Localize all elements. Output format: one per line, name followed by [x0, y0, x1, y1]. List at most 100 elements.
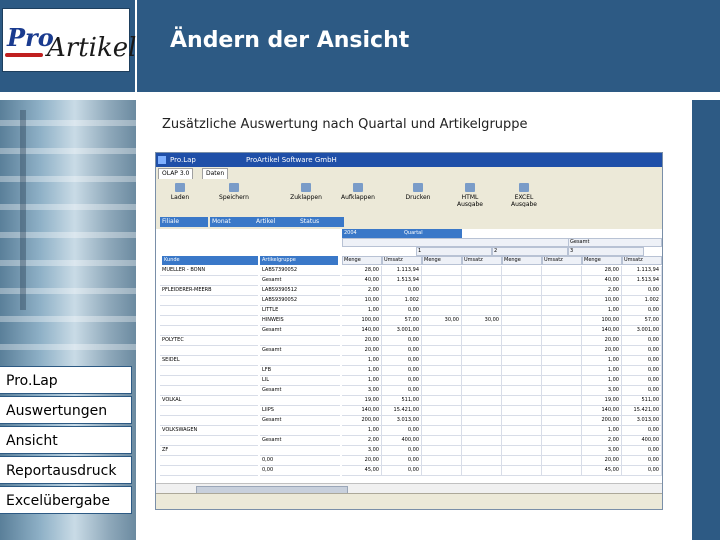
artikelgruppe-cell[interactable]	[260, 356, 340, 366]
html-ausgabe-label: HTML Ausgabe	[456, 194, 484, 208]
filter-monat[interactable]: Monat	[210, 217, 258, 227]
value-cell	[462, 386, 502, 396]
artikelgruppe-cell[interactable]: 0,00	[260, 456, 340, 466]
value-cell	[502, 436, 542, 446]
right-decor-band	[690, 100, 720, 540]
value-cell: 100,00	[582, 316, 622, 326]
artikelgruppe-cell[interactable]: Gesamt	[260, 436, 340, 446]
artikelgruppe-cell[interactable]: Gesamt	[260, 276, 340, 286]
value-cell: 0,00	[622, 306, 662, 316]
nav-item-reportausdruck[interactable]: Reportausdruck	[0, 456, 132, 484]
artikelgruppe-cell[interactable]: Gesamt	[260, 346, 340, 356]
nav-item-auswertungen[interactable]: Auswertungen	[0, 396, 132, 424]
filter-status[interactable]: Status	[298, 217, 344, 227]
artikelgruppe-cell[interactable]: LABS7390052	[260, 266, 340, 276]
laden-button[interactable]: Laden	[158, 183, 202, 201]
value-cell	[542, 406, 582, 416]
row-header-kunde-label: Kunde	[164, 257, 180, 263]
value-cell	[462, 416, 502, 426]
app-title: Pro.Lap	[170, 156, 196, 164]
artikelgruppe-cell[interactable]: Gesamt	[260, 386, 340, 396]
measure-header: Umsatz	[462, 256, 502, 265]
kunde-cell[interactable]	[160, 406, 258, 416]
value-cell: 28,00	[582, 266, 622, 276]
collapse-icon	[301, 183, 311, 192]
app-tabbar: OLAP 3.0 Daten	[156, 167, 662, 180]
value-cell: 0,00	[622, 466, 662, 476]
kunde-cell[interactable]: MUELLER - BONN	[160, 266, 258, 276]
column-year-header[interactable]: 2004	[342, 229, 402, 238]
filter-artikel[interactable]: Artikel	[254, 217, 298, 227]
artikelgruppe-cell[interactable]: Gesamt	[260, 326, 340, 336]
kunde-cell[interactable]	[160, 386, 258, 396]
nav-item-excelubergabe[interactable]: Excelübergabe	[0, 486, 132, 514]
excel-icon	[519, 183, 529, 192]
value-cell	[542, 416, 582, 426]
kunde-cell[interactable]	[160, 376, 258, 386]
kunde-cell[interactable]	[160, 466, 258, 476]
value-cell	[422, 456, 462, 466]
kunde-cell[interactable]	[160, 366, 258, 376]
kunde-cell[interactable]	[160, 326, 258, 336]
kunde-cell[interactable]	[160, 346, 258, 356]
nav-item-prolap[interactable]: Pro.Lap	[0, 366, 132, 394]
kunde-cell[interactable]: SEIDEL	[160, 356, 258, 366]
value-cell	[542, 456, 582, 466]
artikelgruppe-cell[interactable]	[260, 396, 340, 406]
artikelgruppe-cell[interactable]: LITTLE	[260, 306, 340, 316]
row-header-artikelgruppe[interactable]: Artikelgruppe	[260, 256, 338, 265]
kunde-cell[interactable]	[160, 306, 258, 316]
row-header-kunde[interactable]: Kunde	[162, 256, 258, 265]
zuklappen-label: Zuklappen	[290, 194, 322, 201]
kunde-cell[interactable]	[160, 316, 258, 326]
value-cell	[462, 376, 502, 386]
artikelgruppe-cell[interactable]	[260, 446, 340, 456]
html-ausgabe-button[interactable]: HTML Ausgabe	[448, 183, 492, 208]
kunde-cell[interactable]	[160, 456, 258, 466]
value-cell	[462, 396, 502, 406]
artikelgruppe-cell[interactable]: HINWEIS	[260, 316, 340, 326]
speichern-button[interactable]: Speichern	[212, 183, 256, 201]
value-cell: 0,00	[622, 346, 662, 356]
quarter-3-header: 3	[568, 247, 644, 256]
aufklappen-button[interactable]: Aufklappen	[336, 183, 380, 201]
artikelgruppe-cell[interactable]: LIIPS	[260, 406, 340, 416]
kunde-cell[interactable]: VOLKSWAGEN	[160, 426, 258, 436]
value-cell	[462, 366, 502, 376]
artikelgruppe-cell[interactable]: LABS9390512	[260, 286, 340, 296]
kunde-cell[interactable]: ZF	[160, 446, 258, 456]
value-cell	[502, 466, 542, 476]
kunde-cell[interactable]	[160, 296, 258, 306]
artikelgruppe-cell[interactable]: 0,00	[260, 466, 340, 476]
row-header-artikelgruppe-label: Artikelgruppe	[262, 257, 296, 263]
value-cell: 20,00	[342, 336, 382, 346]
value-cell: 10,00	[342, 296, 382, 306]
filter-filiale[interactable]: Filiale	[160, 217, 208, 227]
zuklappen-button[interactable]: Zuklappen	[284, 183, 328, 201]
artikelgruppe-cell[interactable]: LIL	[260, 376, 340, 386]
excel-ausgabe-button[interactable]: EXCEL Ausgabe	[502, 183, 546, 208]
value-cell	[462, 346, 502, 356]
artikelgruppe-cell[interactable]: Gesamt	[260, 416, 340, 426]
value-cell: 45,00	[342, 466, 382, 476]
drucken-button[interactable]: Drucken	[396, 183, 440, 201]
artikelgruppe-cell[interactable]	[260, 426, 340, 436]
kunde-cell[interactable]: POLYTEC	[160, 336, 258, 346]
value-cell: 3,00	[582, 446, 622, 456]
column-quarter-label: Quartal	[404, 230, 423, 236]
kunde-cell[interactable]	[160, 436, 258, 446]
kunde-cell[interactable]: VOLKAL	[160, 396, 258, 406]
artikelgruppe-cell[interactable]: LFB	[260, 366, 340, 376]
artikelgruppe-cell[interactable]	[260, 336, 340, 346]
kunde-cell[interactable]	[160, 416, 258, 426]
column-quarter-header[interactable]: Quartal	[402, 229, 462, 238]
value-cell: 0,00	[622, 336, 662, 346]
nav-item-ansicht[interactable]: Ansicht	[0, 426, 132, 454]
value-cell	[422, 266, 462, 276]
artikelgruppe-cell[interactable]: LABS9390052	[260, 296, 340, 306]
kunde-cell[interactable]	[160, 276, 258, 286]
kunde-cell[interactable]: PFLEIDERER-MEERB	[160, 286, 258, 296]
value-cell: 30,00	[462, 316, 502, 326]
quarter-1-header: 1	[416, 247, 492, 256]
value-cell: 15.421,00	[382, 406, 422, 416]
